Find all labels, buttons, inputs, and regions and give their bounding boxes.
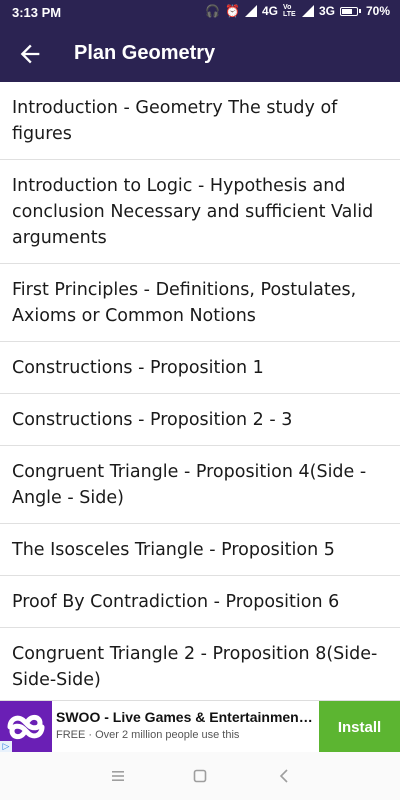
ad-banner[interactable]: ▷ SWOO - Live Games & Entertainment A...… [0, 700, 400, 753]
list-item[interactable]: The Isosceles Triangle - Proposition 5 [0, 524, 400, 576]
signal-icon-2 [301, 5, 314, 17]
list-item[interactable]: Congruent Triangle - Proposition 4(Side … [0, 446, 400, 524]
list-item[interactable]: Introduction - Geometry The study of fig… [0, 82, 400, 160]
battery-icon [339, 6, 361, 16]
battery-percent: 70% [365, 4, 390, 18]
list-item-label: Introduction - Geometry The study of fig… [12, 97, 338, 144]
list-item[interactable]: Introduction to Logic - Hypothesis and c… [0, 160, 400, 264]
volte-icon: Vo LTE [282, 4, 296, 18]
list-item-label: Congruent Triangle - Proposition 4(Side … [12, 461, 367, 508]
list-item[interactable]: First Principles - Definitions, Postulat… [0, 264, 400, 342]
install-button[interactable]: Install [319, 701, 400, 753]
signal-icon [244, 5, 257, 17]
list-item-label: Proof By Contradiction - Proposition 6 [12, 591, 340, 612]
status-bar: 3:13 PM 🎧 ⏰ 4G Vo LTE 3G 70% [0, 0, 400, 26]
home-square-icon[interactable] [188, 766, 212, 786]
list-item-label: Congruent Triangle 2 - Proposition 8(Sid… [12, 643, 378, 690]
list-item[interactable]: Congruent Triangle 2 - Proposition 8(Sid… [0, 628, 400, 700]
headset-icon: 🎧 [205, 4, 220, 18]
list-item-label: First Principles - Definitions, Postulat… [12, 279, 357, 326]
ad-title: SWOO - Live Games & Entertainment A... [56, 709, 314, 725]
list-item-label: The Isosceles Triangle - Proposition 5 [12, 539, 335, 560]
app-bar: Plan Geometry [0, 26, 400, 82]
list-item-label: Constructions - Proposition 1 [12, 357, 264, 378]
network-type-2: 3G [318, 4, 335, 18]
network-type-1: 4G [261, 4, 278, 18]
status-time: 3:13 PM [12, 5, 62, 20]
arrow-back-icon[interactable] [16, 40, 44, 68]
alarm-off-icon: ⏰ [224, 4, 240, 18]
ad-subtitle: FREE · Over 2 million people use this [56, 729, 240, 741]
system-nav-bar [0, 752, 400, 800]
list-item[interactable]: Constructions - Proposition 2 - 3 [0, 394, 400, 446]
list-item[interactable]: Proof By Contradiction - Proposition 6 [0, 576, 400, 628]
menu-icon[interactable] [106, 766, 130, 786]
back-triangle-icon[interactable] [272, 766, 296, 786]
list-item-label: Constructions - Proposition 2 - 3 [12, 409, 293, 430]
list-item[interactable]: Constructions - Proposition 1 [0, 342, 400, 394]
lesson-list: Introduction - Geometry The study of fig… [0, 82, 400, 700]
list-item-label: Introduction to Logic - Hypothesis and c… [12, 175, 374, 248]
status-icons: 🎧 ⏰ 4G Vo LTE 3G 70% [205, 4, 390, 18]
page-title: Plan Geometry [74, 42, 216, 64]
